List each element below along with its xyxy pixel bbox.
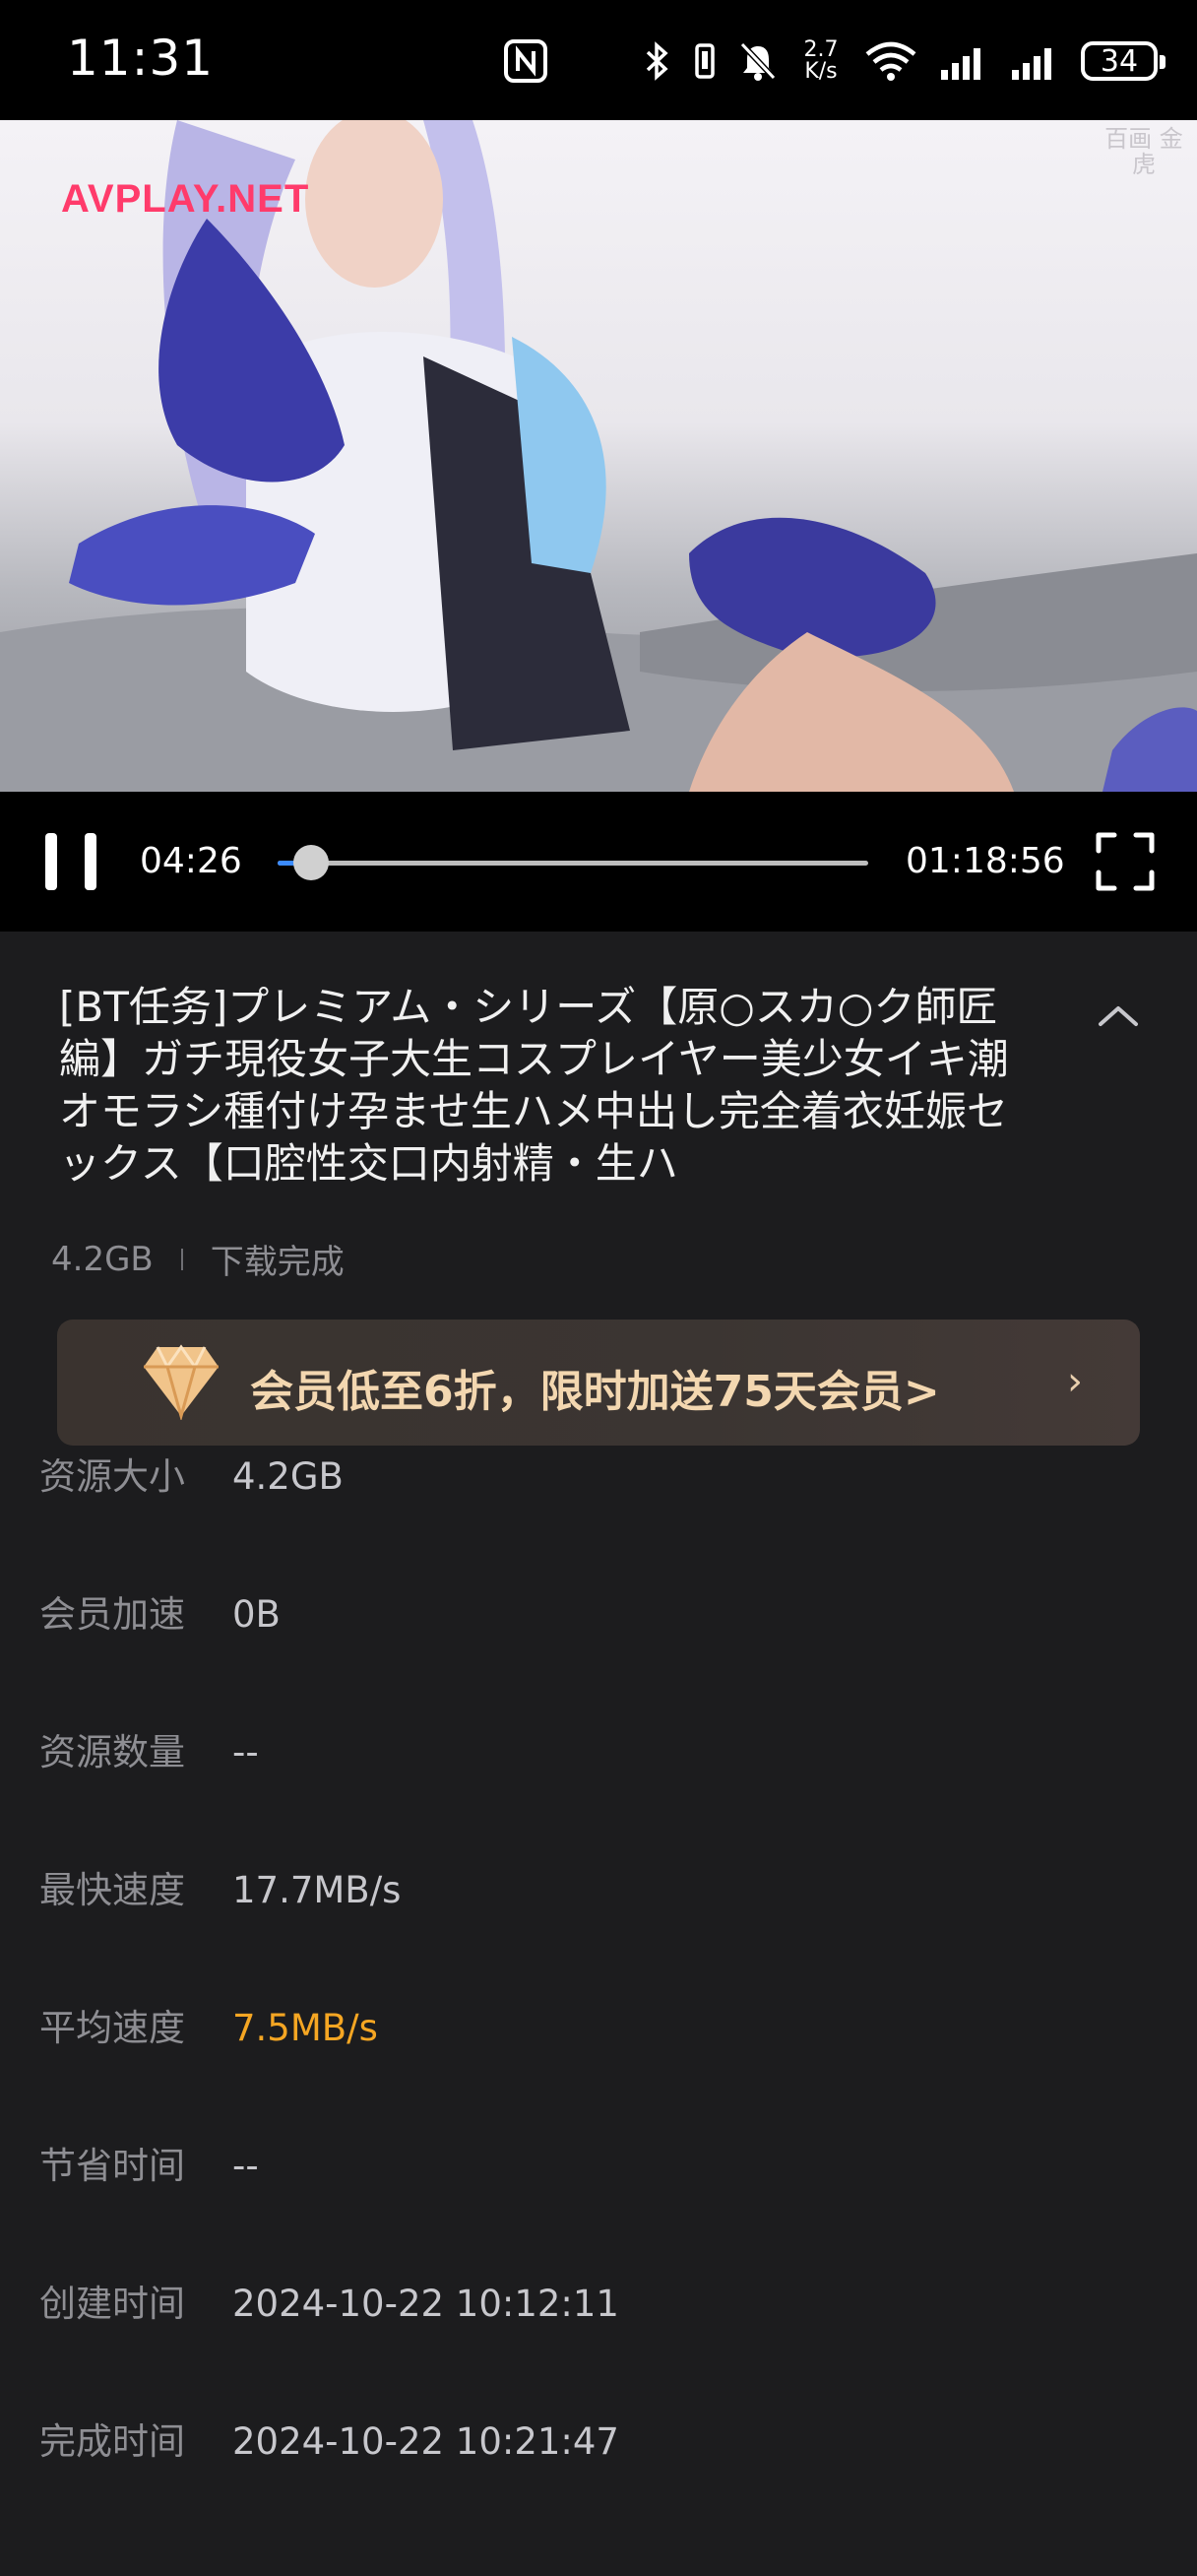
progress-bar[interactable] xyxy=(278,845,868,880)
pause-icon xyxy=(85,833,96,890)
detail-row: 创建时间 2024-10-22 10:12:11 xyxy=(0,2275,1197,2334)
status-icons: 2.7 K/s 34 xyxy=(644,32,1166,91)
pause-button[interactable] xyxy=(43,833,98,890)
detail-row: 平均速度 7.5MB/s xyxy=(0,1999,1197,2058)
network-speed-unit: K/s xyxy=(804,59,838,84)
chevron-up-icon[interactable] xyxy=(1095,1000,1142,1030)
file-title: [BT任务]プレミアム・シリーズ【原○スカ○ク師匠編】ガチ現役女子大生コスプレイ… xyxy=(59,983,1009,1188)
vip-promo-banner[interactable]: 会员低至6折，限时加送75天会员> › xyxy=(57,1320,1140,1446)
vibrate-icon xyxy=(695,43,715,79)
detail-value: 17.7MB/s xyxy=(232,1869,402,1911)
detail-value: -- xyxy=(232,2145,259,2187)
nfc-icon xyxy=(504,39,547,83)
battery-level: 34 xyxy=(1100,43,1139,79)
promo-text: 会员低至6折，限时加送75天会员> xyxy=(250,1367,940,1417)
current-time: 04:26 xyxy=(140,841,242,881)
detail-label: 创建时间 xyxy=(39,2283,185,2325)
video-watermark: AVPLAY.NET xyxy=(61,177,310,221)
detail-label: 资源数量 xyxy=(39,1731,185,1773)
detail-label: 平均速度 xyxy=(39,2007,185,2049)
detail-row: 资源大小 4.2GB xyxy=(0,1448,1197,1507)
detail-row: 资源数量 -- xyxy=(0,1723,1197,1782)
pause-icon xyxy=(45,833,57,890)
total-time: 01:18:56 xyxy=(906,841,1065,881)
signal-icon xyxy=(1012,48,1051,80)
detail-value: 4.2GB xyxy=(232,1455,344,1498)
detail-label: 会员加速 xyxy=(39,1593,185,1636)
corner-seal: 百画 金虎 xyxy=(1104,125,1183,178)
video-frame[interactable]: AVPLAY.NET 百画 金虎 xyxy=(0,120,1197,792)
battery-icon: 34 xyxy=(1081,41,1166,81)
network-speed-value: 2.7 xyxy=(803,37,839,62)
detail-value: 0B xyxy=(232,1593,281,1636)
detail-label: 最快速度 xyxy=(39,1869,185,1911)
detail-label: 资源大小 xyxy=(39,1455,185,1498)
status-time: 11:31 xyxy=(67,30,215,87)
detail-value: 2024-10-22 10:12:11 xyxy=(232,2283,619,2325)
bluetooth-icon xyxy=(646,41,668,81)
detail-row: 完成时间 2024-10-22 10:21:47 xyxy=(0,2413,1197,2472)
file-meta: 4.2GB 下载完成 xyxy=(51,1235,345,1283)
wifi-icon xyxy=(865,41,916,81)
chevron-right-icon: › xyxy=(1067,1359,1083,1404)
file-size: 4.2GB xyxy=(51,1239,154,1279)
detail-row: 最快速度 17.7MB/s xyxy=(0,1861,1197,1920)
mute-icon xyxy=(739,41,777,81)
detail-label: 完成时间 xyxy=(39,2420,185,2463)
detail-label: 节省时间 xyxy=(39,2145,185,2187)
player-controls: 04:26 01:18:56 xyxy=(0,792,1197,932)
download-status: 下载完成 xyxy=(210,1243,345,1282)
detail-row: 节省时间 -- xyxy=(0,2137,1197,2196)
signal-icon xyxy=(941,48,980,80)
detail-value: -- xyxy=(232,1731,259,1773)
meta-divider xyxy=(180,1248,183,1270)
status-bar: 11:31 2.7 K/s 34 xyxy=(0,0,1197,120)
network-speed: 2.7 K/s xyxy=(799,39,843,83)
detail-row: 会员加速 0B xyxy=(0,1585,1197,1644)
progress-thumb[interactable] xyxy=(292,845,329,880)
detail-value: 7.5MB/s xyxy=(232,2007,378,2049)
diamond-icon xyxy=(144,1344,219,1420)
fullscreen-icon[interactable] xyxy=(1095,831,1156,892)
detail-value: 2024-10-22 10:21:47 xyxy=(232,2420,619,2463)
